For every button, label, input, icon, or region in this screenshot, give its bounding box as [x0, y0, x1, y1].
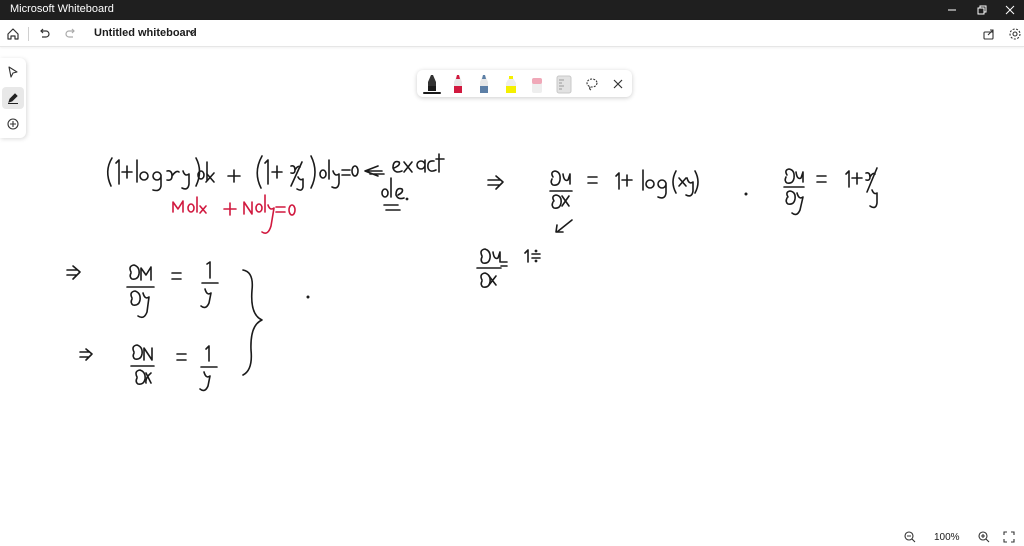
redo-button[interactable]	[60, 23, 82, 45]
fit-to-screen-button[interactable]	[1000, 529, 1018, 545]
zoom-level[interactable]: 100%	[934, 532, 960, 543]
undo-icon	[40, 28, 50, 38]
zoom-out-icon	[904, 531, 916, 543]
ink-brace-and-dot	[242, 269, 310, 376]
home-icon	[7, 28, 19, 40]
app-header: Untitled whiteboard	[0, 20, 1024, 47]
ink-partial-m-y	[66, 261, 219, 319]
minimize-icon	[948, 9, 956, 11]
redo-icon	[65, 28, 75, 38]
minimize-button[interactable]	[936, 0, 968, 20]
ink-mdx-ndy-red	[172, 194, 296, 234]
ink-de-note	[381, 177, 409, 211]
share-icon	[983, 29, 994, 40]
board-title[interactable]: Untitled whiteboard	[94, 27, 197, 39]
ink-partial-n-x	[79, 344, 218, 392]
fit-screen-icon	[1003, 531, 1015, 543]
restore-icon	[977, 5, 987, 15]
app-title: Microsoft Whiteboard	[10, 3, 114, 15]
home-button[interactable]	[2, 23, 24, 45]
title-bar: Microsoft Whiteboard	[0, 0, 1024, 20]
zoom-in-icon	[978, 531, 990, 543]
header-divider	[28, 27, 29, 41]
close-window-button[interactable]	[994, 0, 1024, 20]
settings-button[interactable]	[1004, 23, 1024, 45]
whiteboard-canvas[interactable]	[0, 48, 1024, 526]
ink-du-dx-lower	[476, 248, 541, 288]
zoom-out-button[interactable]	[901, 529, 919, 545]
zoom-bar	[896, 528, 1024, 546]
gear-icon	[1009, 28, 1021, 40]
ink-du-dy	[744, 167, 878, 216]
ink-implies-du-dx	[487, 169, 699, 233]
undo-button[interactable]	[33, 23, 55, 45]
share-button[interactable]	[978, 23, 1000, 45]
ink-equation-line-1	[106, 153, 445, 192]
close-icon	[1005, 5, 1015, 15]
zoom-in-button[interactable]	[975, 529, 993, 545]
chevron-down-icon[interactable]	[187, 29, 197, 37]
